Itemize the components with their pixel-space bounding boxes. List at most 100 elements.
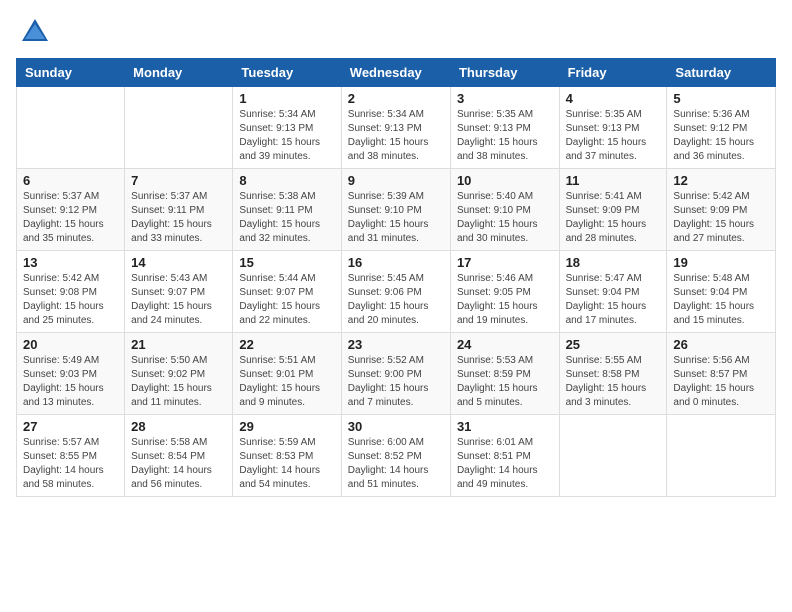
day-number: 9	[348, 173, 444, 188]
calendar-week-3: 13 Sunrise: 5:42 AM Sunset: 9:08 PM Dayli…	[17, 251, 776, 333]
day-number: 24	[457, 337, 553, 352]
day-info: Sunrise: 5:37 AM Sunset: 9:12 PM Dayligh…	[23, 190, 118, 246]
calendar-cell	[125, 87, 233, 169]
day-number: 14	[131, 255, 226, 270]
calendar-cell: 4 Sunrise: 5:35 AM Sunset: 9:13 PM Daylig…	[559, 87, 667, 169]
calendar-cell: 23 Sunrise: 5:52 AM Sunset: 9:00 PM Dayli…	[341, 333, 450, 415]
day-number: 7	[131, 173, 226, 188]
day-number: 27	[23, 419, 118, 434]
day-info: Sunrise: 5:42 AM Sunset: 9:08 PM Dayligh…	[23, 272, 118, 328]
calendar-cell: 14 Sunrise: 5:43 AM Sunset: 9:07 PM Dayli…	[125, 251, 233, 333]
day-info: Sunrise: 5:34 AM Sunset: 9:13 PM Dayligh…	[239, 108, 334, 164]
col-header-sunday: Sunday	[17, 59, 125, 87]
calendar-cell: 16Sunrise: 5:45 AM Sunset: 9:06 PM Dayli…	[341, 251, 450, 333]
calendar-cell: 6 Sunrise: 5:37 AM Sunset: 9:12 PM Daylig…	[17, 169, 125, 251]
day-info: Sunrise: 5:56 AM Sunset: 8:57 PM Dayligh…	[673, 354, 769, 410]
day-number: 13	[23, 255, 118, 270]
calendar-cell: 22Sunrise: 5:51 AM Sunset: 9:01 PM Dayli…	[233, 333, 341, 415]
day-info: Sunrise: 5:37 AM Sunset: 9:11 PM Dayligh…	[131, 190, 226, 246]
day-info: Sunrise: 5:51 AM Sunset: 9:01 PM Dayligh…	[239, 354, 334, 410]
day-info: Sunrise: 5:50 AM Sunset: 9:02 PM Dayligh…	[131, 354, 226, 410]
calendar-cell	[17, 87, 125, 169]
day-number: 23	[348, 337, 444, 352]
calendar-cell: 9 Sunrise: 5:39 AM Sunset: 9:10 PM Daylig…	[341, 169, 450, 251]
day-number: 5	[673, 91, 769, 106]
calendar-cell	[667, 415, 776, 497]
calendar-cell: 28 Sunrise: 5:58 AM Sunset: 8:54 PM Dayli…	[125, 415, 233, 497]
day-info: Sunrise: 5:39 AM Sunset: 9:10 PM Dayligh…	[348, 190, 444, 246]
day-number: 30	[348, 419, 444, 434]
calendar-cell: 18 Sunrise: 5:47 AM Sunset: 9:04 PM Dayli…	[559, 251, 667, 333]
day-info: Sunrise: 5:59 AM Sunset: 8:53 PM Dayligh…	[239, 436, 334, 492]
calendar-cell: 15Sunrise: 5:44 AM Sunset: 9:07 PM Dayli…	[233, 251, 341, 333]
day-info: Sunrise: 5:53 AM Sunset: 8:59 PM Dayligh…	[457, 354, 553, 410]
col-header-saturday: Saturday	[667, 59, 776, 87]
col-header-friday: Friday	[559, 59, 667, 87]
col-header-tuesday: Tuesday	[233, 59, 341, 87]
calendar-cell	[559, 415, 667, 497]
calendar-cell: 21 Sunrise: 5:50 AM Sunset: 9:02 PM Dayli…	[125, 333, 233, 415]
day-number: 21	[131, 337, 226, 352]
calendar-cell: 25 Sunrise: 5:55 AM Sunset: 8:58 PM Dayli…	[559, 333, 667, 415]
day-info: Sunrise: 5:48 AM Sunset: 9:04 PM Dayligh…	[673, 272, 769, 328]
day-info: Sunrise: 5:58 AM Sunset: 8:54 PM Dayligh…	[131, 436, 226, 492]
calendar-cell: 12Sunrise: 5:42 AM Sunset: 9:09 PM Dayli…	[667, 169, 776, 251]
day-info: Sunrise: 6:00 AM Sunset: 8:52 PM Dayligh…	[348, 436, 444, 492]
day-info: Sunrise: 6:01 AM Sunset: 8:51 PM Dayligh…	[457, 436, 553, 492]
day-number: 8	[239, 173, 334, 188]
day-info: Sunrise: 5:38 AM Sunset: 9:11 PM Dayligh…	[239, 190, 334, 246]
col-header-thursday: Thursday	[450, 59, 559, 87]
calendar-table: SundayMondayTuesdayWednesdayThursdayFrid…	[16, 58, 776, 497]
day-info: Sunrise: 5:49 AM Sunset: 9:03 PM Dayligh…	[23, 354, 118, 410]
day-number: 18	[566, 255, 661, 270]
calendar-cell: 30 Sunrise: 6:00 AM Sunset: 8:52 PM Dayli…	[341, 415, 450, 497]
calendar-week-1: 1 Sunrise: 5:34 AM Sunset: 9:13 PM Daylig…	[17, 87, 776, 169]
calendar-week-5: 27 Sunrise: 5:57 AM Sunset: 8:55 PM Dayli…	[17, 415, 776, 497]
day-number: 6	[23, 173, 118, 188]
calendar-cell: 7 Sunrise: 5:37 AM Sunset: 9:11 PM Daylig…	[125, 169, 233, 251]
calendar-week-2: 6 Sunrise: 5:37 AM Sunset: 9:12 PM Daylig…	[17, 169, 776, 251]
calendar-week-4: 20 Sunrise: 5:49 AM Sunset: 9:03 PM Dayli…	[17, 333, 776, 415]
day-number: 17	[457, 255, 553, 270]
day-info: Sunrise: 5:47 AM Sunset: 9:04 PM Dayligh…	[566, 272, 661, 328]
day-info: Sunrise: 5:40 AM Sunset: 9:10 PM Dayligh…	[457, 190, 553, 246]
calendar-cell: 31 Sunrise: 6:01 AM Sunset: 8:51 PM Dayli…	[450, 415, 559, 497]
col-header-wednesday: Wednesday	[341, 59, 450, 87]
page-header	[16, 16, 776, 46]
logo-icon	[20, 16, 50, 46]
calendar-cell: 27 Sunrise: 5:57 AM Sunset: 8:55 PM Dayli…	[17, 415, 125, 497]
day-info: Sunrise: 5:35 AM Sunset: 9:13 PM Dayligh…	[566, 108, 661, 164]
day-info: Sunrise: 5:57 AM Sunset: 8:55 PM Dayligh…	[23, 436, 118, 492]
day-info: Sunrise: 5:43 AM Sunset: 9:07 PM Dayligh…	[131, 272, 226, 328]
calendar-cell: 11Sunrise: 5:41 AM Sunset: 9:09 PM Dayli…	[559, 169, 667, 251]
day-info: Sunrise: 5:35 AM Sunset: 9:13 PM Dayligh…	[457, 108, 553, 164]
day-info: Sunrise: 5:42 AM Sunset: 9:09 PM Dayligh…	[673, 190, 769, 246]
day-number: 28	[131, 419, 226, 434]
calendar-cell: 10 Sunrise: 5:40 AM Sunset: 9:10 PM Dayli…	[450, 169, 559, 251]
logo	[16, 16, 50, 46]
day-number: 29	[239, 419, 334, 434]
calendar-cell: 3Sunrise: 5:35 AM Sunset: 9:13 PM Daylig…	[450, 87, 559, 169]
day-info: Sunrise: 5:55 AM Sunset: 8:58 PM Dayligh…	[566, 354, 661, 410]
day-info: Sunrise: 5:46 AM Sunset: 9:05 PM Dayligh…	[457, 272, 553, 328]
day-info: Sunrise: 5:36 AM Sunset: 9:12 PM Dayligh…	[673, 108, 769, 164]
calendar-cell: 26Sunrise: 5:56 AM Sunset: 8:57 PM Dayli…	[667, 333, 776, 415]
day-number: 1	[239, 91, 334, 106]
day-info: Sunrise: 5:44 AM Sunset: 9:07 PM Dayligh…	[239, 272, 334, 328]
day-number: 2	[348, 91, 444, 106]
calendar-cell: 8 Sunrise: 5:38 AM Sunset: 9:11 PM Daylig…	[233, 169, 341, 251]
day-number: 11	[566, 173, 661, 188]
day-number: 19	[673, 255, 769, 270]
day-number: 4	[566, 91, 661, 106]
day-number: 25	[566, 337, 661, 352]
calendar-cell: 19 Sunrise: 5:48 AM Sunset: 9:04 PM Dayli…	[667, 251, 776, 333]
day-number: 20	[23, 337, 118, 352]
calendar-cell: 1 Sunrise: 5:34 AM Sunset: 9:13 PM Daylig…	[233, 87, 341, 169]
calendar-cell: 24 Sunrise: 5:53 AM Sunset: 8:59 PM Dayli…	[450, 333, 559, 415]
calendar-header-row: SundayMondayTuesdayWednesdayThursdayFrid…	[17, 59, 776, 87]
day-number: 10	[457, 173, 553, 188]
day-info: Sunrise: 5:52 AM Sunset: 9:00 PM Dayligh…	[348, 354, 444, 410]
calendar-cell: 5 Sunrise: 5:36 AM Sunset: 9:12 PM Daylig…	[667, 87, 776, 169]
day-info: Sunrise: 5:34 AM Sunset: 9:13 PM Dayligh…	[348, 108, 444, 164]
day-number: 31	[457, 419, 553, 434]
